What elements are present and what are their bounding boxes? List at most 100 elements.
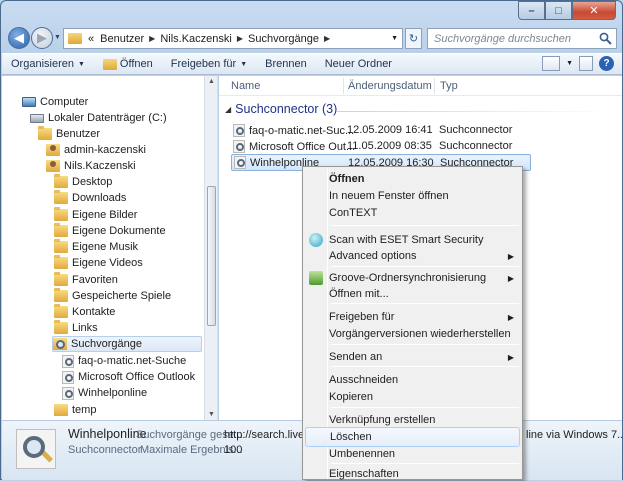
- drive-icon: [30, 113, 44, 123]
- tree-item-downloads[interactable]: Downloads: [54, 190, 126, 206]
- tree-item-label: Eigene Dokumente: [72, 225, 166, 237]
- breadcrumb-nils-kaczenski[interactable]: Nils.Kaczenski: [157, 33, 235, 45]
- column-divider[interactable]: [434, 78, 435, 94]
- breadcrumb-benutzer[interactable]: Benutzer: [97, 33, 147, 45]
- search-input[interactable]: Suchvorgänge durchsuchen: [427, 28, 617, 49]
- tree-item-label: Computer: [40, 96, 89, 108]
- menu-separator: [331, 266, 519, 267]
- change-view-icon[interactable]: [542, 56, 561, 71]
- column-type[interactable]: Typ: [440, 80, 458, 92]
- tree-item-desktop[interactable]: Desktop: [54, 174, 112, 190]
- search-folder-icon: [53, 338, 67, 350]
- maximize-button[interactable]: □: [545, 1, 572, 20]
- minimize-button[interactable]: –: [518, 1, 545, 20]
- forward-button[interactable]: ▶: [31, 27, 53, 49]
- search-connector-icon: [62, 386, 74, 400]
- menu-item-rename[interactable]: Umbenennen: [305, 444, 520, 464]
- open-folder-icon: [102, 58, 117, 70]
- chevron-right-icon[interactable]: ▶: [322, 34, 332, 43]
- submenu-arrow-icon: ▶: [507, 352, 514, 362]
- details-type: Suchconnector: [68, 444, 142, 456]
- tree-item-eigene-bilder[interactable]: Eigene Bilder: [54, 207, 137, 223]
- new-folder-button[interactable]: Neuer Ordner: [316, 54, 401, 74]
- menu-separator: [331, 463, 519, 464]
- chevron-right-icon[interactable]: ▶: [147, 34, 157, 43]
- tree-item-outlook[interactable]: Microsoft Office Outlook: [62, 369, 195, 385]
- details-max-results-value: 100: [224, 444, 243, 456]
- address-dropdown-icon[interactable]: ▼: [391, 35, 398, 42]
- menu-item-advanced-options[interactable]: Advanced options ▶: [305, 246, 520, 266]
- column-date[interactable]: Änderungsdatum: [348, 80, 432, 92]
- column-name[interactable]: Name: [231, 80, 260, 92]
- folder-icon: [68, 33, 82, 44]
- back-button[interactable]: ◀: [8, 27, 30, 49]
- tree-item-label: Links: [72, 322, 98, 334]
- caption-buttons: – □ ✕: [518, 1, 616, 20]
- tree-item-label: Eigene Videos: [72, 257, 143, 269]
- tree-item-favoriten[interactable]: Favoriten: [54, 272, 118, 288]
- organize-button[interactable]: Organisieren ▼: [2, 54, 94, 74]
- tree-item-suchvorgaenge[interactable]: Suchvorgänge: [52, 336, 202, 352]
- search-icon[interactable]: [599, 32, 612, 45]
- preview-pane-icon[interactable]: [579, 56, 593, 71]
- tree-item-faq-o-matic[interactable]: faq-o-matic.net-Suche: [62, 353, 186, 369]
- menu-item-properties[interactable]: Eigenschaften: [305, 467, 520, 481]
- tree-item-admin-kaczenski[interactable]: admin-kaczenski: [46, 142, 146, 158]
- details-description-value: line via Windows 7...: [526, 429, 623, 441]
- tree-item-benutzer[interactable]: Benutzer: [38, 126, 100, 142]
- menu-item-label: ConTEXT: [329, 207, 378, 219]
- open-button[interactable]: Öffnen: [94, 54, 162, 74]
- tree-item-kontakte[interactable]: Kontakte: [54, 304, 115, 320]
- tree-item-links[interactable]: Links: [54, 320, 98, 336]
- breadcrumb-overflow[interactable]: «: [85, 33, 97, 45]
- close-button[interactable]: ✕: [572, 1, 616, 20]
- file-name: faq-o-matic.net-Suc...: [249, 124, 355, 137]
- address-bar[interactable]: « Benutzer ▶ Nils.Kaczenski ▶ Suchvorgän…: [63, 28, 403, 49]
- tree-item-temp[interactable]: temp: [54, 402, 96, 418]
- tree-item-eigene-musik[interactable]: Eigene Musik: [54, 239, 138, 255]
- breadcrumb-suchvorgaenge[interactable]: Suchvorgänge: [245, 33, 322, 45]
- file-row[interactable]: faq-o-matic.net-Suc... 12.05.2009 16:41 …: [231, 122, 531, 139]
- menu-item-label: In neuem Fenster öffnen: [329, 190, 449, 202]
- collapse-group-icon[interactable]: ◢: [225, 105, 231, 114]
- tree-item-label: faq-o-matic.net-Suche: [78, 355, 187, 367]
- recent-pages-dropdown[interactable]: ▼: [54, 34, 61, 41]
- tree-item-label: Eigene Bilder: [72, 209, 138, 221]
- navigation-scrollbar[interactable]: ▲ ▼: [204, 76, 217, 420]
- tree-item-label: Downloads: [72, 192, 127, 204]
- menu-item-restore-previous[interactable]: Vorgängerversionen wiederherstellen: [305, 324, 520, 344]
- tree-item-eigene-dokumente[interactable]: Eigene Dokumente: [54, 223, 166, 239]
- refresh-button[interactable]: ↻: [405, 28, 422, 49]
- details-name: Winhelponline: [68, 427, 147, 441]
- menu-separator: [331, 225, 519, 226]
- forward-arrow-icon: ▶: [37, 30, 47, 45]
- file-date: 12.05.2009 16:41: [347, 124, 433, 136]
- file-row[interactable]: Microsoft Office Out... 11.05.2009 08:35…: [231, 138, 531, 155]
- tree-item-local-disk[interactable]: Lokaler Datenträger (C:): [30, 110, 167, 126]
- folder-icon: [54, 223, 68, 237]
- tree-item-winhelponline[interactable]: Winhelponline: [62, 385, 147, 401]
- scrollbar-thumb[interactable]: [207, 186, 216, 326]
- chevron-right-icon[interactable]: ▶: [235, 34, 245, 43]
- menu-item-open-with[interactable]: Öffnen mit...: [305, 284, 520, 304]
- tree-item-nils-kaczenski[interactable]: Nils.Kaczenski: [46, 158, 136, 174]
- computer-icon: [22, 97, 36, 107]
- tree-item-label: Benutzer: [56, 128, 101, 140]
- column-divider[interactable]: [343, 78, 344, 94]
- scroll-up-icon[interactable]: ▲: [208, 78, 215, 85]
- submenu-arrow-icon: ▶: [507, 273, 514, 283]
- group-header[interactable]: ◢ Suchconnector (3): [225, 102, 337, 116]
- tree-item-computer[interactable]: Computer: [22, 94, 88, 110]
- burn-button[interactable]: Brennen: [256, 54, 316, 74]
- menu-item-send-to[interactable]: Senden an ▶: [305, 347, 520, 367]
- view-dropdown-icon[interactable]: ▼: [566, 60, 573, 67]
- organize-label: Organisieren: [11, 58, 74, 70]
- share-button[interactable]: Freigeben für ▼: [162, 54, 256, 74]
- help-icon[interactable]: ?: [599, 56, 614, 71]
- menu-item-copy[interactable]: Kopieren: [305, 387, 520, 407]
- scroll-down-icon[interactable]: ▼: [208, 411, 215, 418]
- tree-item-gespeicherte-spiele[interactable]: Gespeicherte Spiele: [54, 288, 171, 304]
- tree-item-eigene-videos[interactable]: Eigene Videos: [54, 255, 143, 271]
- menu-item-context[interactable]: ConTEXT: [305, 203, 520, 223]
- chevron-down-icon: ▼: [240, 60, 248, 68]
